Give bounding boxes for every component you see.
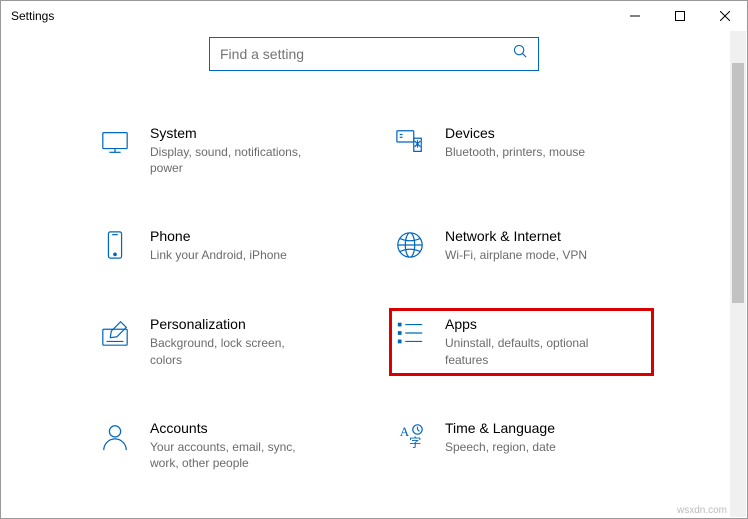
category-accounts[interactable]: Accounts Your accounts, email, sync, wor…: [94, 416, 359, 475]
category-desc: Background, lock screen, colors: [150, 335, 320, 367]
category-title: Apps: [445, 316, 650, 332]
category-desc: Your accounts, email, sync, work, other …: [150, 439, 320, 471]
minimize-button[interactable]: [612, 1, 657, 31]
settings-grid: System Display, sound, notifications, po…: [94, 91, 654, 475]
time-language-icon: A字: [393, 422, 427, 456]
vertical-scrollbar[interactable]: [730, 31, 746, 517]
category-apps[interactable]: Apps Uninstall, defaults, optional featu…: [389, 308, 654, 375]
close-button[interactable]: [702, 1, 747, 31]
search-icon: [513, 44, 528, 64]
personalization-icon: [98, 318, 132, 352]
category-desc: Link your Android, iPhone: [150, 247, 320, 263]
watermark: wsxdn.com: [677, 505, 727, 516]
search-area: [1, 31, 747, 91]
scrollbar-thumb[interactable]: [732, 63, 744, 303]
svg-text:字: 字: [409, 434, 421, 449]
category-title: Phone: [150, 228, 355, 244]
category-title: Devices: [445, 125, 650, 141]
category-network[interactable]: Network & Internet Wi-Fi, airplane mode,…: [389, 224, 654, 268]
category-desc: Wi-Fi, airplane mode, VPN: [445, 247, 615, 263]
category-system[interactable]: System Display, sound, notifications, po…: [94, 121, 359, 180]
accounts-icon: [98, 422, 132, 456]
category-devices[interactable]: Devices Bluetooth, printers, mouse: [389, 121, 654, 180]
window-title: Settings: [11, 9, 54, 23]
category-desc: Display, sound, notifications, power: [150, 144, 320, 176]
titlebar: Settings: [1, 1, 747, 31]
devices-icon: [393, 127, 427, 161]
system-icon: [98, 127, 132, 161]
window-controls: [612, 1, 747, 31]
category-desc: Uninstall, defaults, optional features: [445, 335, 615, 367]
category-time-language[interactable]: A字 Time & Language Speech, region, date: [389, 416, 654, 475]
category-personalization[interactable]: Personalization Background, lock screen,…: [94, 312, 359, 371]
phone-icon: [98, 230, 132, 264]
category-desc: Speech, region, date: [445, 439, 615, 455]
apps-icon: [393, 318, 427, 352]
category-title: Network & Internet: [445, 228, 650, 244]
search-input[interactable]: [220, 46, 513, 62]
search-box[interactable]: [209, 37, 539, 71]
category-title: Accounts: [150, 420, 355, 436]
category-title: Personalization: [150, 316, 355, 332]
maximize-button[interactable]: [657, 1, 702, 31]
category-title: System: [150, 125, 355, 141]
category-phone[interactable]: Phone Link your Android, iPhone: [94, 224, 359, 268]
category-desc: Bluetooth, printers, mouse: [445, 144, 615, 160]
network-icon: [393, 230, 427, 264]
category-title: Time & Language: [445, 420, 650, 436]
